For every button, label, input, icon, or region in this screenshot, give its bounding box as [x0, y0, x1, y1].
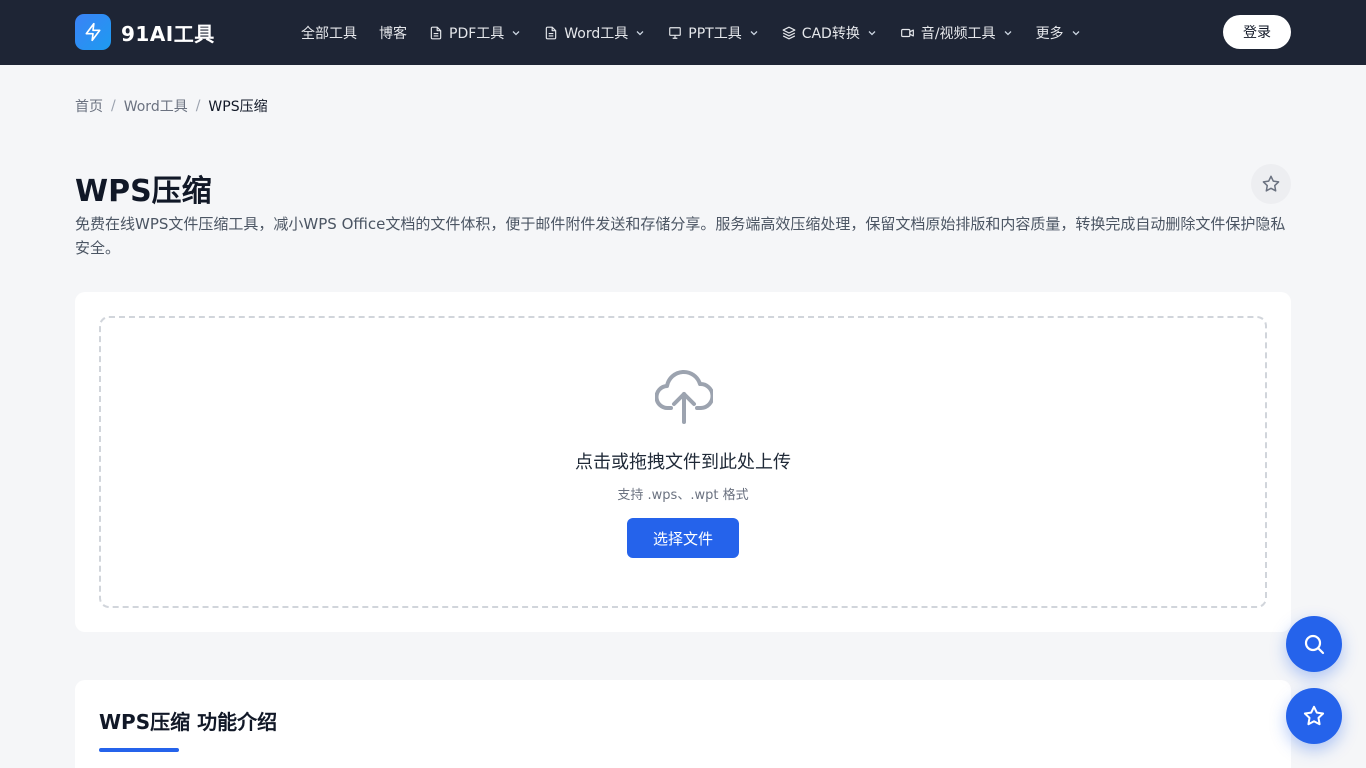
nav-label: 全部工具	[301, 25, 357, 42]
feature-intro-card: WPS压缩 功能介绍	[75, 680, 1291, 768]
nav-label: PDF工具	[449, 25, 505, 42]
nav-label: Word工具	[564, 25, 629, 42]
file-dropzone[interactable]: 点击或拖拽文件到此处上传 支持 .wps、.wpt 格式 选择文件	[99, 316, 1267, 608]
cloud-upload-icon	[655, 369, 713, 424]
dropzone-hint: 支持 .wps、.wpt 格式	[617, 488, 749, 503]
nav-audio-video-tools[interactable]: 音/视频工具	[900, 23, 1014, 43]
nav-label: 音/视频工具	[920, 25, 996, 42]
file-icon	[430, 26, 442, 39]
chevron-down-icon	[636, 30, 644, 35]
breadcrumb-home[interactable]: 首页	[75, 96, 103, 116]
top-navbar: 91AI工具 全部工具 博客 PDF工具 Word工具 PPT工具 CAD转换	[0, 0, 1366, 65]
video-icon	[900, 28, 914, 37]
breadcrumb-separator: /	[195, 98, 201, 114]
chevron-down-icon	[1072, 30, 1080, 35]
search-icon	[1304, 634, 1325, 655]
floating-search-button[interactable]	[1286, 616, 1342, 672]
chevron-down-icon	[868, 30, 876, 35]
presentation-icon	[669, 26, 682, 39]
nav-label: 博客	[379, 25, 407, 42]
title-underline	[99, 748, 179, 752]
floating-favorite-button[interactable]	[1286, 688, 1342, 744]
file-icon	[546, 26, 557, 39]
breadcrumb: 首页 / Word工具 / WPS压缩	[75, 96, 268, 116]
feature-intro-title: WPS压缩 功能介绍	[99, 710, 278, 734]
nav-blog[interactable]: 博客	[379, 23, 407, 43]
favorite-button[interactable]	[1251, 164, 1291, 204]
star-outline-icon	[1262, 175, 1280, 192]
nav-label: 更多	[1035, 25, 1064, 42]
dropzone-title: 点击或拖拽文件到此处上传	[575, 452, 791, 473]
chevron-down-icon	[512, 30, 520, 35]
upload-card: 点击或拖拽文件到此处上传 支持 .wps、.wpt 格式 选择文件	[75, 292, 1291, 632]
nav-word-tools[interactable]: Word工具	[544, 23, 646, 43]
chevron-down-icon	[1004, 30, 1012, 35]
page-description: 免费在线WPS文件压缩工具，减小WPS Office文档的文件体积，便于邮件附件…	[75, 215, 1286, 257]
nav-label: CAD转换	[801, 25, 860, 42]
logo[interactable]: 91AI工具	[75, 14, 215, 50]
lightning-bolt-icon	[75, 14, 111, 50]
logo-text: 91AI工具	[121, 21, 215, 46]
nav-ppt-tools[interactable]: PPT工具	[668, 23, 759, 43]
chevron-down-icon	[750, 30, 758, 35]
page-title: WPS压缩	[75, 174, 212, 209]
nav-label: PPT工具	[688, 25, 742, 42]
breadcrumb-category[interactable]: Word工具	[124, 96, 188, 116]
breadcrumb-current: WPS压缩	[208, 99, 268, 115]
select-file-button[interactable]: 选择文件	[627, 518, 739, 558]
main-nav: 全部工具 博客 PDF工具 Word工具 PPT工具 CAD转换 音/视频工具	[301, 0, 1104, 65]
star-outline-icon	[1303, 705, 1325, 726]
nav-pdf-tools[interactable]: PDF工具	[429, 23, 522, 43]
breadcrumb-separator: /	[111, 98, 116, 114]
nav-cad-convert[interactable]: CAD转换	[782, 23, 878, 43]
layers-icon	[782, 26, 796, 39]
login-button[interactable]: 登录	[1223, 15, 1291, 49]
nav-more[interactable]: 更多	[1036, 23, 1082, 43]
nav-all-tools[interactable]: 全部工具	[301, 23, 357, 43]
